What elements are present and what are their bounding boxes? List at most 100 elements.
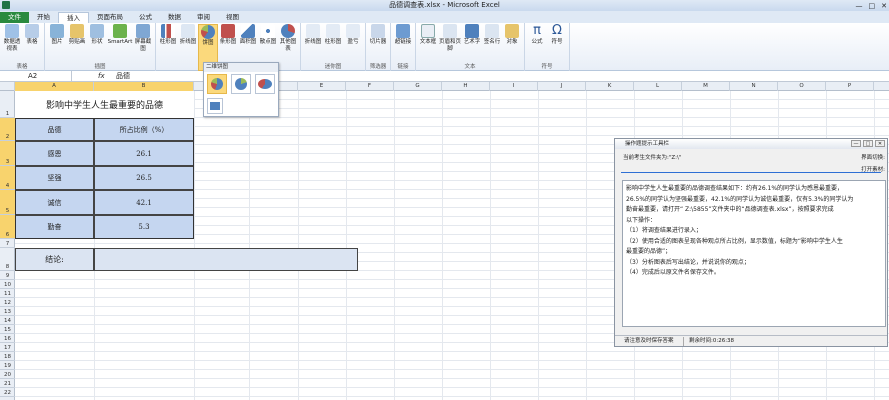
group-text: 文本框 页眉和页脚 艺术字 签名行 对象 文本: [416, 23, 525, 71]
other-charts-icon: [281, 24, 295, 38]
row-header[interactable]: 13: [0, 307, 15, 316]
save-answer-button[interactable]: 请注意及时保存答案: [624, 336, 674, 347]
row-header[interactable]: 8: [0, 248, 15, 271]
row-header[interactable]: 10: [0, 280, 15, 289]
table-icon: [25, 24, 39, 38]
row-header[interactable]: 5: [0, 190, 15, 215]
window-title: 品德调查表.xlsx - Microsoft Excel: [389, 1, 500, 9]
sparkline-winloss-icon: [346, 24, 360, 38]
row-header[interactable]: 6: [0, 215, 15, 239]
tab-data[interactable]: 数据: [160, 12, 189, 23]
row-header[interactable]: 21: [0, 379, 15, 388]
panel-footer: 请注意及时保存答案 剩余时间:0:26:38: [615, 335, 887, 346]
group-sparklines: 折线图 柱形图 盈亏 迷你图: [301, 23, 366, 71]
column-header[interactable]: E: [298, 82, 346, 91]
panel-header: 操作题提示工具栏 — □ ✕: [615, 139, 887, 149]
column-header[interactable]: N: [730, 82, 778, 91]
sheet-title-cell[interactable]: 影响中学生人生最重要的品德: [15, 91, 194, 118]
ribbon: 数据透视表 表格 表格 图片 剪贴画 形状 SmartArt 屏幕截图 插图 柱…: [0, 23, 889, 71]
row-header[interactable]: 1: [0, 91, 15, 118]
column-header[interactable]: P: [826, 82, 874, 91]
row-headers: 1 2 3 4 5 6 7 8 9 10 11 12 13 14 15 16 1…: [0, 91, 15, 400]
table-cell[interactable]: 感恩: [15, 141, 94, 166]
row-header[interactable]: 22: [0, 388, 15, 397]
row-header[interactable]: 14: [0, 316, 15, 325]
gallery-title: 二维饼图: [204, 63, 278, 72]
table-cell[interactable]: 诚信: [15, 190, 94, 215]
pie-of-pie-option-icon[interactable]: [255, 74, 275, 94]
tab-file[interactable]: 文件: [0, 12, 29, 23]
smartart-icon: [113, 24, 127, 38]
sparkline-line-icon: [306, 24, 320, 38]
scatter-chart-icon: [261, 24, 275, 38]
group-filter: 切片器 筛选器: [366, 23, 391, 71]
row-header[interactable]: 3: [0, 141, 15, 166]
table-cell[interactable]: 5.3: [94, 215, 194, 239]
bar-of-pie-option-icon[interactable]: [207, 98, 223, 114]
tab-view[interactable]: 视图: [218, 12, 247, 23]
panel-minimize-button[interactable]: —: [851, 140, 861, 147]
select-all-corner[interactable]: [0, 82, 15, 91]
row-header[interactable]: 7: [0, 239, 15, 248]
column-header[interactable]: F: [346, 82, 394, 91]
time-left: 剩余时间:0:26:38: [689, 338, 735, 344]
row-header[interactable]: 2: [0, 118, 15, 141]
table-cell[interactable]: 42.1: [94, 190, 194, 215]
table-cell[interactable]: 26.5: [94, 166, 194, 190]
row-header[interactable]: 4: [0, 166, 15, 190]
fx-icon[interactable]: fx: [98, 71, 105, 82]
omega-icon: Ω: [552, 23, 562, 38]
instructions-box: 影响中学生人生最重要的品德调查结果如下：约有26.1%的同学认为感恩最重要， 2…: [622, 180, 886, 327]
interface-switch-link[interactable]: 界面切换:: [861, 153, 885, 161]
other-charts-button[interactable]: 其他图表: [278, 24, 298, 71]
pie-chart-icon: [201, 25, 215, 39]
tab-insert[interactable]: 插入: [58, 12, 89, 23]
exam-toolbar-panel: 操作题提示工具栏 — □ ✕ 当前考生文件夹为:"Z:\" 界面切换: 打开素材: …: [614, 138, 888, 347]
pie-exploded-option-icon[interactable]: [231, 74, 251, 94]
row-header[interactable]: 15: [0, 325, 15, 334]
column-header[interactable]: B: [94, 82, 194, 91]
column-header[interactable]: J: [538, 82, 586, 91]
column-header[interactable]: M: [682, 82, 730, 91]
panel-close-button[interactable]: ✕: [875, 140, 885, 147]
clipart-icon: [70, 24, 84, 38]
conclusion-label-cell[interactable]: 结论:: [15, 248, 94, 271]
table-cell[interactable]: 坚强: [15, 166, 94, 190]
column-chart-icon: [161, 24, 175, 38]
row-header[interactable]: 16: [0, 334, 15, 343]
conclusion-input-cell[interactable]: [94, 248, 358, 271]
row-header[interactable]: 17: [0, 343, 15, 352]
excel-logo-icon: [2, 1, 10, 9]
panel-restore-button[interactable]: □: [863, 140, 873, 147]
name-box[interactable]: A2: [0, 71, 72, 82]
header-cell-virtue[interactable]: 品德: [15, 118, 94, 141]
table-cell[interactable]: 26.1: [94, 141, 194, 166]
panel-title: 操作题提示工具栏: [625, 141, 670, 147]
row-header[interactable]: 20: [0, 370, 15, 379]
screenshot-icon: [136, 24, 150, 38]
column-header[interactable]: K: [586, 82, 634, 91]
pivot-table-icon: [5, 24, 19, 38]
tab-home[interactable]: 开始: [29, 12, 58, 23]
formula-input[interactable]: 品德: [116, 71, 130, 82]
row-header[interactable]: 12: [0, 298, 15, 307]
column-chart-button[interactable]: 柱形图: [158, 24, 178, 71]
row-header[interactable]: 11: [0, 289, 15, 298]
column-header[interactable]: O: [778, 82, 826, 91]
column-header[interactable]: G: [394, 82, 442, 91]
column-header[interactable]: H: [442, 82, 490, 91]
tab-formulas[interactable]: 公式: [131, 12, 160, 23]
line-chart-button[interactable]: 折线图: [178, 24, 198, 71]
row-header[interactable]: 9: [0, 271, 15, 280]
column-header[interactable]: I: [490, 82, 538, 91]
header-cell-percent[interactable]: 所占比例（%）: [94, 118, 194, 141]
table-cell[interactable]: 勤奋: [15, 215, 94, 239]
tab-page-layout[interactable]: 页面布局: [89, 12, 131, 23]
column-header[interactable]: L: [634, 82, 682, 91]
column-header[interactable]: A: [15, 82, 94, 91]
line-chart-icon: [181, 24, 195, 38]
tab-review[interactable]: 审阅: [189, 12, 218, 23]
row-header[interactable]: 19: [0, 361, 15, 370]
row-header[interactable]: 18: [0, 352, 15, 361]
pie-option-2d-icon[interactable]: [207, 74, 227, 94]
